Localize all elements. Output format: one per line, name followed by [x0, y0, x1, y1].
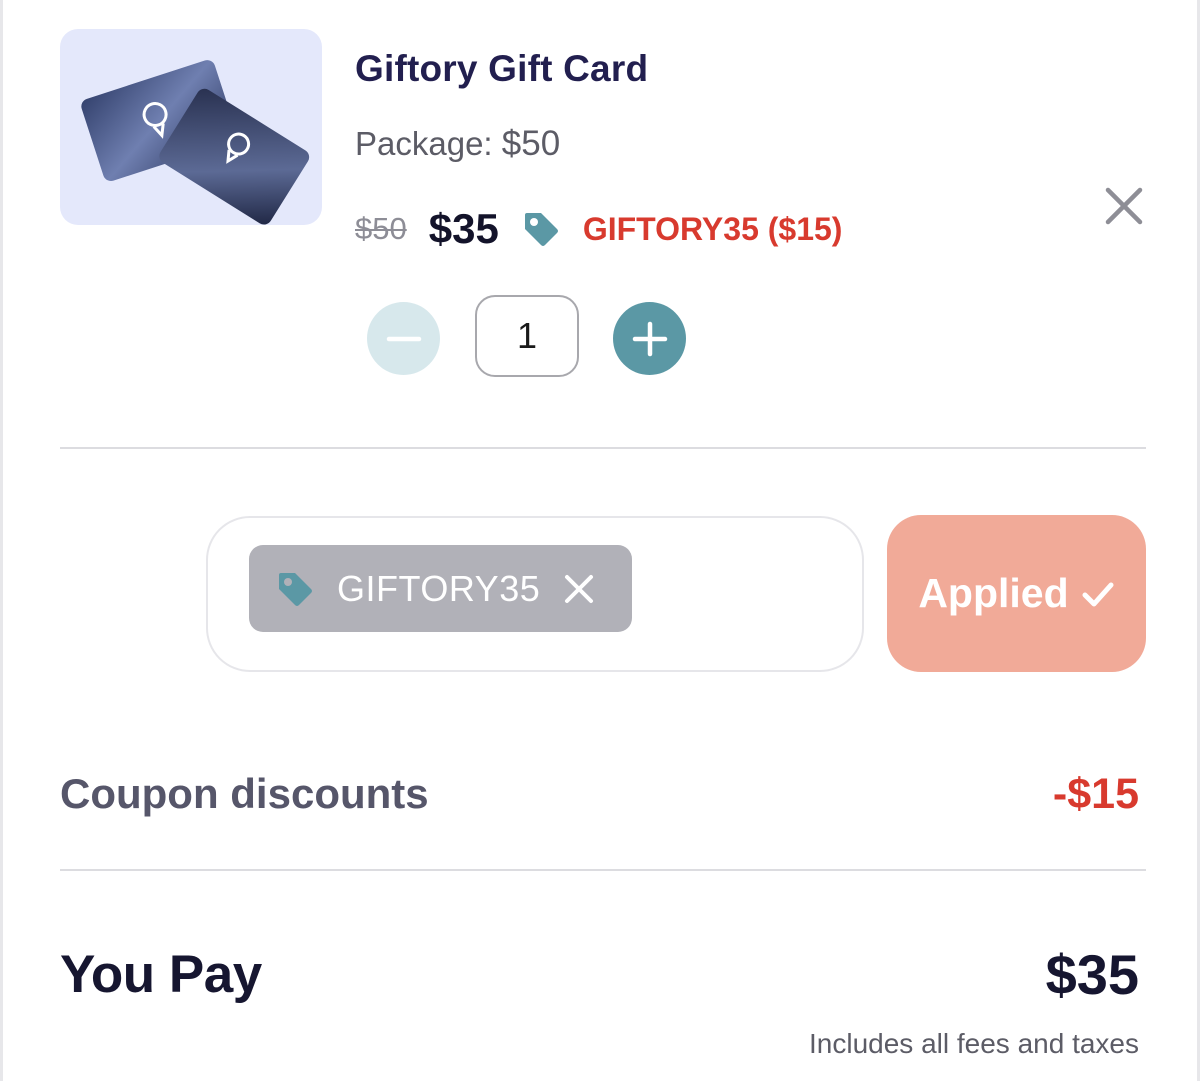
increase-quantity-button[interactable]: [613, 302, 686, 375]
coupon-chip: GIFTORY35: [249, 545, 632, 632]
divider: [60, 447, 1146, 449]
fees-note: Includes all fees and taxes: [809, 1028, 1139, 1059]
package-value: $50: [501, 124, 561, 163]
plus-icon: [632, 321, 667, 356]
current-price: $35: [428, 205, 499, 252]
package-info: Package: $50: [355, 124, 560, 164]
apply-button-label: Applied: [918, 570, 1069, 616]
coupon-code: GIFTORY35: [337, 567, 541, 609]
quantity-field[interactable]: 1: [475, 295, 579, 377]
remove-coupon-close-icon[interactable]: [564, 574, 594, 604]
price-row: $50 $35 GIFTORY35 ($15): [355, 202, 842, 256]
decrease-quantity-button[interactable]: [367, 302, 440, 375]
minus-icon: [386, 336, 421, 341]
original-price: $50: [355, 211, 407, 246]
total-label: You Pay: [60, 945, 262, 1004]
gift-card-image: [60, 29, 322, 225]
total-value: $35: [1045, 943, 1139, 1006]
tag-icon: [275, 569, 315, 609]
coupon-discounts-label: Coupon discounts: [60, 770, 429, 817]
remove-item-close-icon[interactable]: [1101, 183, 1147, 229]
coupon-discounts-value: -$15: [1052, 770, 1139, 818]
divider: [60, 869, 1146, 871]
apply-coupon-button[interactable]: Applied: [887, 515, 1146, 672]
check-icon: [1082, 582, 1114, 606]
cart-panel: Giftory Gift Card Package: $50 $50 $35 G…: [0, 0, 1200, 1081]
package-label: Package:: [355, 125, 493, 162]
tag-icon: [521, 209, 561, 249]
applied-coupon-summary: GIFTORY35 ($15): [582, 210, 843, 247]
product-title: Giftory Gift Card: [355, 48, 649, 89]
